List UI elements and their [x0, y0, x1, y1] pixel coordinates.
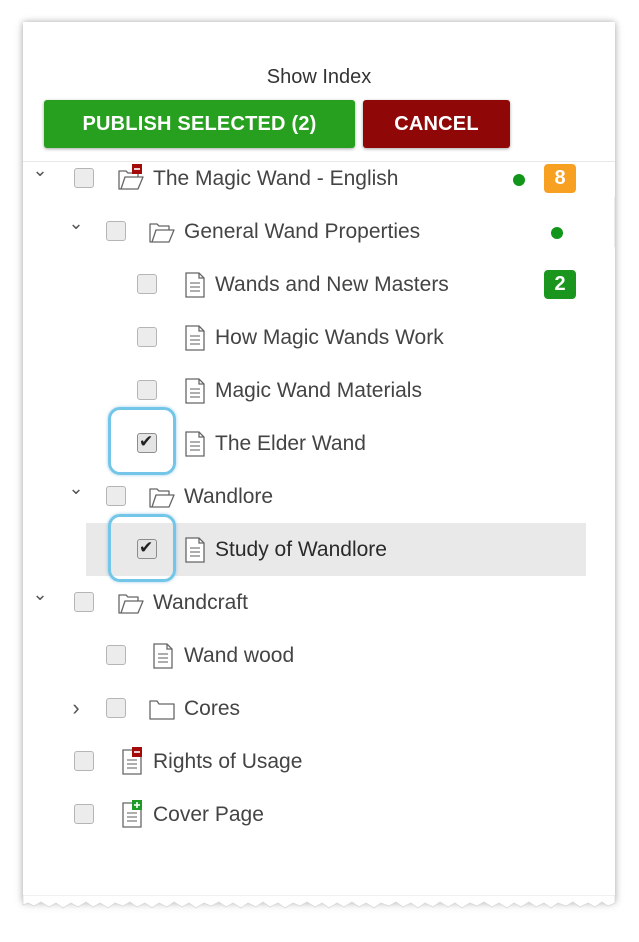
- document-icon: [179, 376, 209, 406]
- folder-open-icon: [116, 588, 146, 618]
- chevron-down-icon[interactable]: ⌄: [32, 582, 47, 606]
- tree-item-label[interactable]: The Elder Wand: [215, 431, 366, 457]
- tree-row[interactable]: › Cores: [23, 682, 615, 735]
- tree-item-label[interactable]: Cores: [184, 696, 240, 722]
- tree-item-label[interactable]: Wandcraft: [153, 590, 248, 616]
- document-icon: [147, 641, 177, 671]
- row-checkbox[interactable]: [106, 486, 126, 506]
- folder-open-icon: [147, 217, 177, 247]
- document-icon: [179, 270, 209, 300]
- chevron-down-icon[interactable]: ⌄: [32, 158, 47, 182]
- row-checkbox[interactable]: [74, 168, 94, 188]
- status-dot: [513, 174, 525, 186]
- tree-item-label[interactable]: How Magic Wands Work: [215, 325, 444, 351]
- tree-item-label[interactable]: Wand wood: [184, 643, 294, 669]
- tree-item-label[interactable]: Wandlore: [184, 484, 273, 510]
- chevron-down-icon[interactable]: ⌄: [68, 211, 83, 235]
- panel-title: Show Index: [266, 66, 372, 88]
- row-checkbox[interactable]: [106, 221, 126, 241]
- count-badge: 2: [544, 270, 576, 299]
- count-badge: 8: [544, 164, 576, 193]
- row-checkbox[interactable]: [137, 274, 157, 294]
- chevron-right-icon[interactable]: ›: [69, 695, 83, 720]
- tree-row[interactable]: Wands and New Masters 2: [23, 258, 615, 311]
- tree-row[interactable]: Cover Page: [23, 788, 615, 841]
- publish-panel: Show Index PUBLISH SELECTED (2) CANCEL ⌄…: [23, 22, 615, 902]
- row-checkbox[interactable]: [74, 592, 94, 612]
- document-remove-icon: [116, 747, 146, 777]
- torn-edge: [22, 895, 616, 909]
- tree-item-label[interactable]: Magic Wand Materials: [215, 378, 422, 404]
- document-add-icon: [116, 800, 146, 830]
- row-checkbox[interactable]: [137, 380, 157, 400]
- tree-row[interactable]: ⌄ General Wand Properties: [23, 205, 615, 258]
- row-checkbox[interactable]: [106, 645, 126, 665]
- document-icon: [179, 429, 209, 459]
- folder-closed-icon: [147, 694, 177, 724]
- tree-item-label[interactable]: Rights of Usage: [153, 749, 302, 775]
- tree-item-label[interactable]: Study of Wandlore: [215, 537, 387, 563]
- checkmark-icon: ✔: [139, 538, 154, 557]
- chevron-down-icon[interactable]: ⌄: [68, 476, 83, 500]
- row-checkbox[interactable]: ✔: [137, 538, 157, 559]
- tree-row[interactable]: Rights of Usage: [23, 735, 615, 788]
- document-icon: [179, 323, 209, 353]
- document-icon: [179, 535, 209, 565]
- status-dot: [551, 227, 563, 239]
- folder-open-icon: [147, 482, 177, 512]
- tree-item-label[interactable]: Wands and New Masters: [215, 272, 449, 298]
- row-checkbox[interactable]: ✔: [137, 432, 157, 453]
- tree-row[interactable]: ✔ Study of Wandlore: [23, 514, 615, 582]
- publish-selected-button[interactable]: PUBLISH SELECTED (2): [44, 100, 355, 148]
- checkmark-icon: ✔: [139, 432, 154, 451]
- row-checkbox[interactable]: [137, 327, 157, 347]
- tree-row[interactable]: ⌄ Wandcraft: [23, 576, 615, 629]
- tree-row[interactable]: ⌄ Wandlore: [23, 470, 615, 523]
- tree-row[interactable]: How Magic Wands Work: [23, 311, 615, 364]
- row-checkbox[interactable]: [106, 698, 126, 718]
- tree-item-label[interactable]: The Magic Wand - English: [153, 166, 399, 192]
- folder-open-remove-icon: [116, 164, 146, 194]
- tree-item-label[interactable]: General Wand Properties: [184, 219, 420, 245]
- row-checkbox[interactable]: [74, 751, 94, 771]
- tree-row[interactable]: ⌄ The Magic Wand - English 8: [23, 152, 615, 205]
- tree-row[interactable]: ✔ The Elder Wand: [23, 407, 615, 475]
- cancel-button[interactable]: CANCEL: [363, 100, 510, 148]
- row-checkbox[interactable]: [74, 804, 94, 824]
- tree-item-label[interactable]: Cover Page: [153, 802, 264, 828]
- tree-row[interactable]: Wand wood: [23, 629, 615, 682]
